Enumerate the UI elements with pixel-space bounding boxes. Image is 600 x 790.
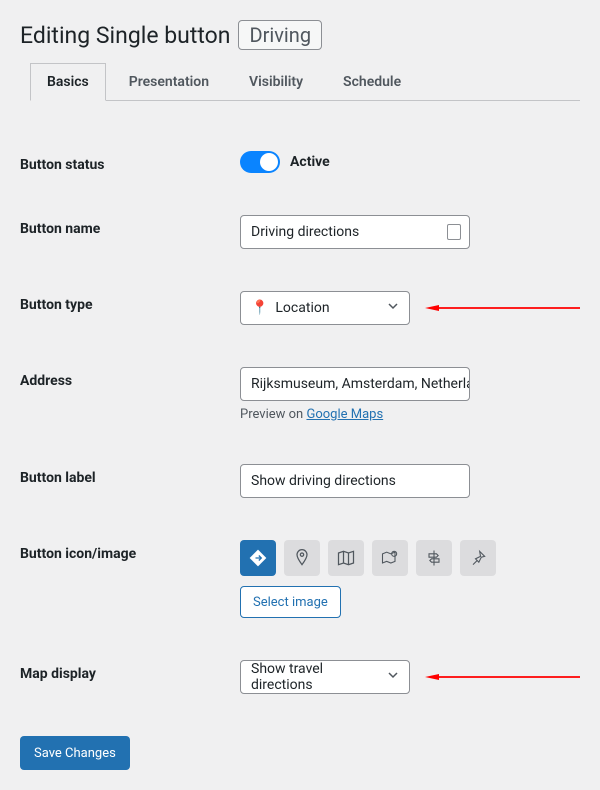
page-title-text: Editing Single button	[20, 22, 230, 49]
autofill-icon	[447, 224, 461, 240]
input-button-name[interactable]: Driving directions	[240, 215, 470, 249]
label-address: Address	[20, 367, 240, 389]
input-button-label[interactable]: Show driving directions	[240, 464, 470, 498]
toggle-button-status[interactable]	[240, 151, 280, 173]
icon-option-directions[interactable]	[240, 540, 276, 576]
address-preview: Preview on Google Maps	[240, 407, 580, 422]
select-button-type[interactable]: 📍 Location	[240, 291, 410, 325]
label-button-label: Button label	[20, 464, 240, 486]
link-google-maps[interactable]: Google Maps	[306, 407, 383, 422]
chevron-down-icon	[387, 669, 399, 685]
label-button-icon: Button icon/image	[20, 540, 240, 562]
icon-option-map-pin[interactable]	[372, 540, 408, 576]
icon-option-pin[interactable]	[284, 540, 320, 576]
icon-option-map[interactable]	[328, 540, 364, 576]
toggle-button-status-label: Active	[290, 154, 330, 170]
icon-picker	[240, 540, 580, 576]
icon-option-pushpin[interactable]	[460, 540, 496, 576]
pin-icon: 📍	[251, 300, 268, 316]
input-address[interactable]: Rijksmuseum, Amsterdam, Netherlands	[240, 367, 470, 401]
label-button-name: Button name	[20, 215, 240, 237]
label-map-display: Map display	[20, 660, 240, 682]
label-button-status: Button status	[20, 151, 240, 173]
tab-bar: Basics Presentation Visibility Schedule	[30, 62, 580, 101]
chevron-down-icon	[387, 300, 399, 316]
page-title: Editing Single button Driving	[20, 0, 580, 62]
tab-basics[interactable]: Basics	[30, 63, 106, 101]
button-save-changes[interactable]: Save Changes	[20, 736, 130, 770]
button-select-image[interactable]: Select image	[240, 586, 341, 618]
select-map-display[interactable]: Show travel directions	[240, 660, 410, 694]
icon-option-signpost[interactable]	[416, 540, 452, 576]
tab-presentation[interactable]: Presentation	[112, 63, 226, 101]
label-button-type: Button type	[20, 291, 240, 313]
tab-schedule[interactable]: Schedule	[326, 63, 418, 101]
tab-visibility[interactable]: Visibility	[232, 63, 320, 101]
page-title-badge: Driving	[238, 20, 322, 50]
